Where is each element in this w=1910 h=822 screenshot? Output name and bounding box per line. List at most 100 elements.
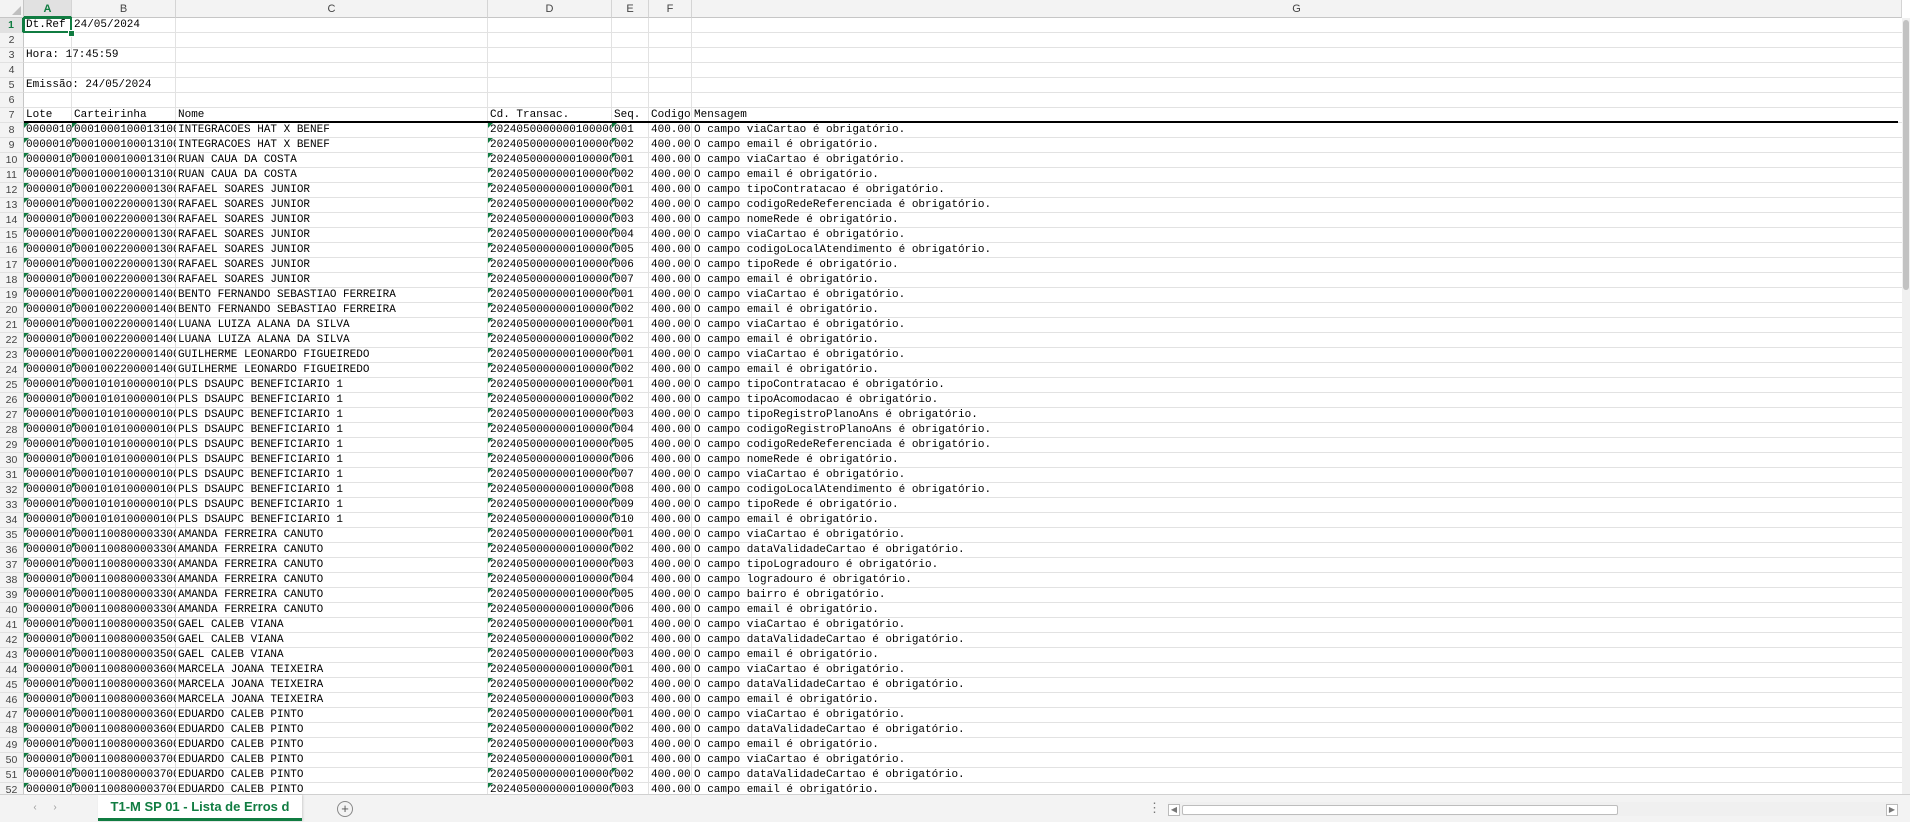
cell-codigo[interactable]: 400.00 (650, 243, 692, 258)
cell-lote[interactable]: 0000010 (25, 408, 72, 423)
cell-cd-transac[interactable]: 20240500000001000000 (489, 678, 612, 693)
cell-lote[interactable]: 0000010 (25, 303, 72, 318)
cell-mensagem[interactable]: O campo tipoAcomodacao é obrigatório. (693, 393, 1902, 408)
cell-codigo[interactable]: 400.00 (650, 303, 692, 318)
cell-lote[interactable]: 0000010 (25, 483, 72, 498)
cell-mensagem[interactable]: O campo tipoRede é obrigatório. (693, 498, 1902, 513)
cell-codigo[interactable]: 400.00 (650, 753, 692, 768)
column-header-c[interactable]: C (176, 0, 488, 18)
cell-nome[interactable]: EDUARDO CALEB PINTO (177, 708, 488, 723)
cell-lote[interactable]: 0000010 (25, 783, 72, 794)
cell-mensagem[interactable]: O campo tipoRede é obrigatório. (693, 258, 1902, 273)
cell-mensagem[interactable]: O campo email é obrigatório. (693, 693, 1902, 708)
cell-mensagem[interactable]: O campo tipoContratacao é obrigatório. (693, 183, 1902, 198)
cell-lote[interactable]: 0000010 (25, 648, 72, 663)
cell-carteirinha[interactable]: 0001002200001300 (73, 273, 176, 288)
row-header[interactable]: 40 (0, 603, 24, 618)
cell-seq[interactable]: 002 (613, 678, 649, 693)
fill-handle[interactable] (68, 30, 75, 37)
cell-carteirinha[interactable]: 0001010100000100 (73, 408, 176, 423)
cell-lote[interactable]: 0000010 (25, 363, 72, 378)
row-header[interactable]: 37 (0, 558, 24, 573)
cell-cd-transac[interactable]: 20240500000001000000 (489, 348, 612, 363)
row-header[interactable]: 18 (0, 273, 24, 288)
cell-cd-transac[interactable]: 20240500000001000000 (489, 123, 612, 138)
row-header[interactable]: 5 (0, 78, 24, 93)
cell-nome[interactable]: BENTO FERNANDO SEBASTIAO FERREIRA (177, 303, 488, 318)
cell-lote[interactable]: 0000010 (25, 348, 72, 363)
cell-seq[interactable]: 009 (613, 498, 649, 513)
cell-cd-transac[interactable]: 20240500000001000000 (489, 393, 612, 408)
cell-carteirinha[interactable]: 0001100800003300 (73, 543, 176, 558)
cell-mensagem[interactable]: O campo viaCartao é obrigatório. (693, 753, 1902, 768)
cell-seq[interactable]: 008 (613, 483, 649, 498)
cell-mensagem[interactable]: O campo codigoLocalAtendimento é obrigat… (693, 483, 1902, 498)
cell-codigo[interactable]: 400.00 (650, 603, 692, 618)
cell-mensagem[interactable]: O campo codigoLocalAtendimento é obrigat… (693, 243, 1902, 258)
cell-codigo[interactable]: 400.00 (650, 693, 692, 708)
cell-seq[interactable]: 002 (613, 303, 649, 318)
cell-mensagem[interactable]: O campo dataValidadeCartao é obrigatório… (693, 723, 1902, 738)
cell-mensagem[interactable]: O campo email é obrigatório. (693, 168, 1902, 183)
column-header-d[interactable]: D (488, 0, 612, 18)
cell-cd-transac[interactable]: 20240500000001000000 (489, 498, 612, 513)
cell-cd-transac[interactable]: 20240500000001000000 (489, 783, 612, 794)
cell-codigo[interactable]: 400.00 (650, 168, 692, 183)
cell-codigo[interactable]: 400.00 (650, 228, 692, 243)
cell-cd-transac[interactable]: 20240500000001000000 (489, 768, 612, 783)
cell-seq[interactable]: 003 (613, 558, 649, 573)
cell-cd-transac[interactable]: 20240500000001000000 (489, 633, 612, 648)
cell-lote[interactable]: 0000010 (25, 258, 72, 273)
meta-cell[interactable]: 24/05/2024 (73, 18, 176, 33)
column-header-f[interactable]: F (649, 0, 692, 18)
cell-mensagem[interactable]: O campo nomeRede é obrigatório. (693, 453, 1902, 468)
cell-carteirinha[interactable]: 0001000100013100 (73, 123, 176, 138)
cell-mensagem[interactable]: O campo tipoContratacao é obrigatório. (693, 378, 1902, 393)
cell-lote[interactable]: 0000010 (25, 138, 72, 153)
cell-lote[interactable]: 0000010 (25, 213, 72, 228)
cell-nome[interactable]: RAFAEL SOARES JUNIOR (177, 258, 488, 273)
cell-mensagem[interactable]: O campo nomeRede é obrigatório. (693, 213, 1902, 228)
row-header[interactable]: 30 (0, 453, 24, 468)
cell-seq[interactable]: 002 (613, 168, 649, 183)
cell-cd-transac[interactable]: 20240500000001000000 (489, 663, 612, 678)
plus-circle-icon[interactable]: + (337, 801, 353, 817)
cell-lote[interactable]: 0000010 (25, 243, 72, 258)
cell-lote[interactable]: 0000010 (25, 573, 72, 588)
cell-codigo[interactable]: 400.00 (650, 648, 692, 663)
cell-mensagem[interactable]: O campo email é obrigatório. (693, 603, 1902, 618)
cell-codigo[interactable]: 400.00 (650, 498, 692, 513)
cell-cd-transac[interactable]: 20240500000001000000 (489, 288, 612, 303)
row-header[interactable]: 3 (0, 48, 24, 63)
cell-seq[interactable]: 001 (613, 183, 649, 198)
cell-codigo[interactable]: 400.00 (650, 738, 692, 753)
cell-cd-transac[interactable]: 20240500000001000000 (489, 333, 612, 348)
cell-carteirinha[interactable]: 0001100800003700 (73, 768, 176, 783)
row-header[interactable]: 17 (0, 258, 24, 273)
cell-mensagem[interactable]: O campo viaCartao é obrigatório. (693, 318, 1902, 333)
cell-cd-transac[interactable]: 20240500000001000000 (489, 468, 612, 483)
cell-lote[interactable]: 0000010 (25, 663, 72, 678)
cell-nome[interactable]: RAFAEL SOARES JUNIOR (177, 198, 488, 213)
cell-cd-transac[interactable]: 20240500000001000000 (489, 708, 612, 723)
cell-nome[interactable]: MARCELA JOANA TEIXEIRA (177, 663, 488, 678)
cell-mensagem[interactable]: O campo viaCartao é obrigatório. (693, 708, 1902, 723)
row-header[interactable]: 35 (0, 528, 24, 543)
cell-codigo[interactable]: 400.00 (650, 138, 692, 153)
cell-codigo[interactable]: 400.00 (650, 483, 692, 498)
cell-codigo[interactable]: 400.00 (650, 153, 692, 168)
cell-codigo[interactable]: 400.00 (650, 708, 692, 723)
cell-seq[interactable]: 004 (613, 423, 649, 438)
cell-lote[interactable]: 0000010 (25, 468, 72, 483)
cell-seq[interactable]: 007 (613, 468, 649, 483)
row-header[interactable]: 8 (0, 123, 24, 138)
cell-nome[interactable]: EDUARDO CALEB PINTO (177, 723, 488, 738)
cell-carteirinha[interactable]: 0001002200001300 (73, 258, 176, 273)
cell-codigo[interactable]: 400.00 (650, 663, 692, 678)
row-header[interactable]: 23 (0, 348, 24, 363)
row-header[interactable]: 11 (0, 168, 24, 183)
cell-lote[interactable]: 0000010 (25, 618, 72, 633)
cell-nome[interactable]: RUAN CAUA DA COSTA (177, 168, 488, 183)
cell-nome[interactable]: EDUARDO CALEB PINTO (177, 738, 488, 753)
cell-codigo[interactable]: 400.00 (650, 393, 692, 408)
